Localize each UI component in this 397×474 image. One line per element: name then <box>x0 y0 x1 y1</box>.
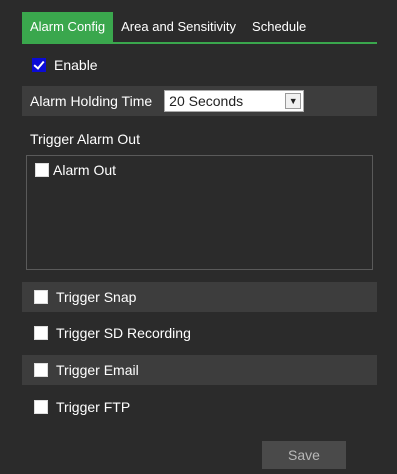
trigger-alarm-out-row: Trigger Alarm Out <box>22 124 377 154</box>
holding-time-select[interactable]: 20 Seconds ▼ <box>164 90 305 112</box>
holding-time-row: Alarm Holding Time 20 Seconds ▼ <box>22 86 377 116</box>
tab-alarm-config[interactable]: Alarm Config <box>22 12 114 42</box>
trigger-sd-recording-label: Trigger SD Recording <box>56 325 191 341</box>
alarm-out-label: Alarm Out <box>53 162 117 178</box>
enable-checkbox[interactable] <box>32 58 46 72</box>
trigger-snap-row: Trigger Snap <box>22 282 377 312</box>
chevron-down-icon[interactable]: ▼ <box>285 93 302 109</box>
holding-time-value: 20 Seconds <box>169 93 244 109</box>
trigger-ftp-row: Trigger FTP <box>22 392 377 422</box>
alarm-out-checkbox[interactable] <box>35 163 49 177</box>
tab-bar: Alarm Config Area and Sensitivity Schedu… <box>22 12 314 42</box>
trigger-email-checkbox[interactable] <box>34 363 48 377</box>
trigger-ftp-checkbox[interactable] <box>34 400 48 414</box>
tab-underline <box>22 42 377 44</box>
save-button[interactable]: Save <box>262 441 346 469</box>
trigger-email-label: Trigger Email <box>56 362 139 378</box>
alarm-config-panel: Alarm Config Area and Sensitivity Schedu… <box>0 0 397 474</box>
trigger-ftp-label: Trigger FTP <box>56 399 131 415</box>
list-item: Alarm Out <box>35 162 116 178</box>
enable-label: Enable <box>54 57 98 73</box>
alarm-out-list: Alarm Out <box>26 155 373 270</box>
holding-time-label: Alarm Holding Time <box>30 93 153 109</box>
enable-row: Enable <box>22 50 377 80</box>
tab-area-and-sensitivity[interactable]: Area and Sensitivity <box>113 12 244 42</box>
trigger-email-row: Trigger Email <box>22 355 377 385</box>
trigger-sd-recording-checkbox[interactable] <box>34 326 48 340</box>
tab-schedule[interactable]: Schedule <box>244 12 314 42</box>
trigger-snap-checkbox[interactable] <box>34 290 48 304</box>
trigger-snap-label: Trigger Snap <box>56 289 137 305</box>
trigger-alarm-out-label: Trigger Alarm Out <box>30 131 140 147</box>
trigger-sd-recording-row: Trigger SD Recording <box>22 318 377 348</box>
